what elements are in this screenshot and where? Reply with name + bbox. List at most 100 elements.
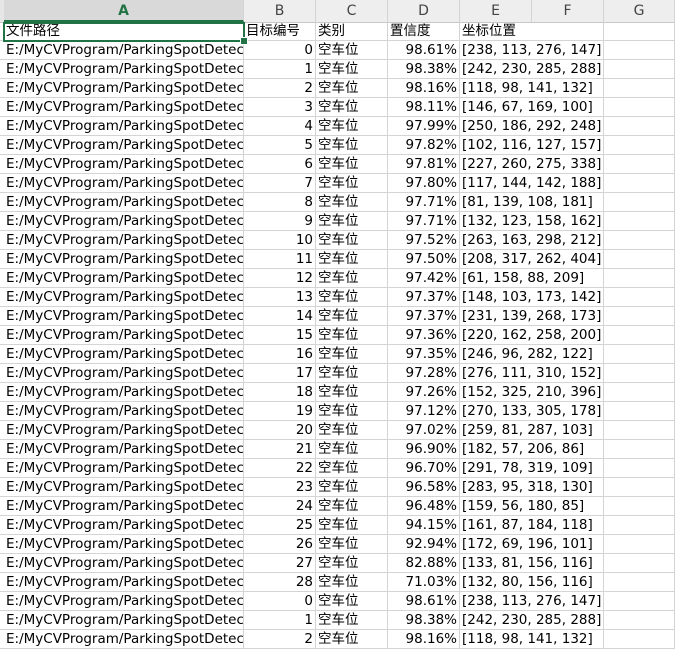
cell-g-empty[interactable]	[604, 364, 675, 382]
cell-target-id[interactable]: 0	[244, 592, 316, 610]
cell-target-id[interactable]: 22	[244, 459, 316, 477]
cell-g-empty[interactable]	[604, 554, 675, 572]
cell-coordinates[interactable]: [250, 186, 292, 248]	[460, 117, 601, 135]
cell-confidence[interactable]: 98.11%	[388, 98, 460, 116]
cell-file-path[interactable]: E:/MyCVProgram/ParkingSpotDetec	[4, 630, 244, 648]
cell-file-path[interactable]: E:/MyCVProgram/ParkingSpotDetec	[4, 212, 244, 230]
cell-coordinates[interactable]: [132, 80, 156, 116]	[460, 573, 593, 591]
cell-class[interactable]: 空车位	[316, 478, 388, 496]
cell-g-empty[interactable]	[604, 155, 675, 173]
cell-g-empty[interactable]	[604, 307, 675, 325]
cell-class[interactable]: 空车位	[316, 98, 388, 116]
cell-class[interactable]: 空车位	[316, 535, 388, 553]
cell-f-empty[interactable]	[532, 497, 604, 515]
cell-coordinates[interactable]: [231, 139, 268, 173]	[460, 307, 601, 325]
fill-handle[interactable]	[240, 37, 248, 45]
cell-target-id[interactable]: 20	[244, 421, 316, 439]
cell-g-empty[interactable]	[604, 193, 675, 211]
cell-confidence[interactable]: 96.90%	[388, 440, 460, 458]
cell-f-empty[interactable]	[532, 516, 604, 534]
column-header-c[interactable]: C	[316, 0, 388, 22]
cell-file-path[interactable]: E:/MyCVProgram/ParkingSpotDetec	[4, 402, 244, 420]
cell-class[interactable]: 空车位	[316, 611, 388, 629]
cell-g-empty[interactable]	[604, 231, 675, 249]
cell-coordinates[interactable]: [117, 144, 142, 188]	[460, 174, 601, 192]
cell-coordinates[interactable]: [238, 113, 276, 147]	[460, 592, 601, 610]
cell-confidence[interactable]: 97.36%	[388, 326, 460, 344]
cell-class[interactable]: 空车位	[316, 288, 388, 306]
cell-file-path[interactable]: E:/MyCVProgram/ParkingSpotDetec	[4, 345, 244, 363]
cell-f-empty[interactable]	[532, 478, 604, 496]
cell-target-id[interactable]: 26	[244, 535, 316, 553]
cell-f-empty[interactable]	[532, 535, 604, 553]
column-header-e[interactable]: E	[460, 0, 532, 22]
cell-confidence[interactable]: 97.52%	[388, 231, 460, 249]
cell-g-empty[interactable]	[604, 459, 675, 477]
cell-f-empty[interactable]	[532, 402, 604, 420]
cell-f-empty[interactable]	[532, 383, 604, 401]
cell-confidence[interactable]: 98.38%	[388, 60, 460, 78]
cell-confidence[interactable]: 97.35%	[388, 345, 460, 363]
cell-target-id[interactable]: 5	[244, 136, 316, 154]
cell-confidence[interactable]: 97.71%	[388, 193, 460, 211]
cell-file-path[interactable]: E:/MyCVProgram/ParkingSpotDetec	[4, 117, 244, 135]
cell-f-empty[interactable]	[532, 22, 604, 40]
cell-coordinates[interactable]: [159, 56, 180, 85]	[460, 497, 584, 515]
cell-confidence[interactable]: 98.61%	[388, 592, 460, 610]
cell-file-path[interactable]: E:/MyCVProgram/ParkingSpotDetec	[4, 478, 244, 496]
cell-f-empty[interactable]	[532, 421, 604, 439]
cell-confidence[interactable]: 97.37%	[388, 288, 460, 306]
cell-class[interactable]: 空车位	[316, 592, 388, 610]
cell-file-path[interactable]: E:/MyCVProgram/ParkingSpotDetec	[4, 440, 244, 458]
cell-coordinates[interactable]: [208, 317, 262, 404]	[460, 250, 601, 268]
cell-target-id[interactable]: 6	[244, 155, 316, 173]
cell-class[interactable]: 空车位	[316, 79, 388, 97]
cell-g-empty[interactable]	[604, 60, 675, 78]
cell-class[interactable]: 空车位	[316, 250, 388, 268]
cell-g-empty[interactable]	[604, 611, 675, 629]
cell-coordinates[interactable]: [133, 81, 156, 116]	[460, 554, 593, 572]
cell-g-empty[interactable]	[604, 269, 675, 287]
cell-coordinates[interactable]: [172, 69, 196, 101]	[460, 535, 593, 553]
cell-confidence[interactable]: 97.81%	[388, 155, 460, 173]
cell-coordinates[interactable]: [146, 67, 169, 100]	[460, 98, 593, 116]
cell-g-empty[interactable]	[604, 22, 675, 40]
cell-confidence[interactable]: 96.58%	[388, 478, 460, 496]
cell-file-path[interactable]: E:/MyCVProgram/ParkingSpotDetec	[4, 554, 244, 572]
cell-f-empty[interactable]	[532, 41, 604, 59]
cell-target-id[interactable]: 18	[244, 383, 316, 401]
cell-file-path[interactable]: E:/MyCVProgram/ParkingSpotDetec	[4, 421, 244, 439]
cell-file-path[interactable]: E:/MyCVProgram/ParkingSpotDetec	[4, 155, 244, 173]
cell-confidence[interactable]: 97.80%	[388, 174, 460, 192]
cell-file-path[interactable]: E:/MyCVProgram/ParkingSpotDetec	[4, 307, 244, 325]
cell-confidence[interactable]: 97.42%	[388, 269, 460, 287]
cell-f-empty[interactable]	[532, 326, 604, 344]
cell-file-path[interactable]: E:/MyCVProgram/ParkingSpotDetec	[4, 573, 244, 591]
cell-coordinates[interactable]: [283, 95, 318, 130]	[460, 478, 593, 496]
cell-class[interactable]: 空车位	[316, 269, 388, 287]
cell-file-path[interactable]: E:/MyCVProgram/ParkingSpotDetec	[4, 288, 244, 306]
cell-coordinates[interactable]: [220, 162, 258, 200]	[460, 326, 601, 344]
cell-g-empty[interactable]	[604, 478, 675, 496]
cell-coordinates[interactable]: [81, 139, 108, 181]	[460, 193, 593, 211]
cell-header-confidence[interactable]: 置信度	[388, 22, 460, 40]
cell-coordinates[interactable]: [270, 133, 305, 178]	[460, 402, 601, 420]
cell-target-id[interactable]: 1	[244, 60, 316, 78]
cell-file-path[interactable]: E:/MyCVProgram/ParkingSpotDetec	[4, 611, 244, 629]
cell-file-path[interactable]: E:/MyCVProgram/ParkingSpotDetec	[4, 136, 244, 154]
cell-target-id[interactable]: 2	[244, 79, 316, 97]
cell-file-path[interactable]: E:/MyCVProgram/ParkingSpotDetec	[4, 98, 244, 116]
cell-target-id[interactable]: 9	[244, 212, 316, 230]
cell-file-path[interactable]: E:/MyCVProgram/ParkingSpotDetec	[4, 79, 244, 97]
column-header-a[interactable]: A	[4, 0, 244, 22]
cell-file-path[interactable]: E:/MyCVProgram/ParkingSpotDetec	[4, 231, 244, 249]
cell-f-empty[interactable]	[532, 592, 604, 610]
cell-file-path[interactable]: E:/MyCVProgram/ParkingSpotDetec	[4, 250, 244, 268]
cell-class[interactable]: 空车位	[316, 193, 388, 211]
cell-confidence[interactable]: 98.38%	[388, 611, 460, 629]
cell-g-empty[interactable]	[604, 573, 675, 591]
cell-g-empty[interactable]	[604, 288, 675, 306]
cell-confidence[interactable]: 96.70%	[388, 459, 460, 477]
cell-file-path[interactable]: E:/MyCVProgram/ParkingSpotDetec	[4, 459, 244, 477]
cell-target-id[interactable]: 28	[244, 573, 316, 591]
